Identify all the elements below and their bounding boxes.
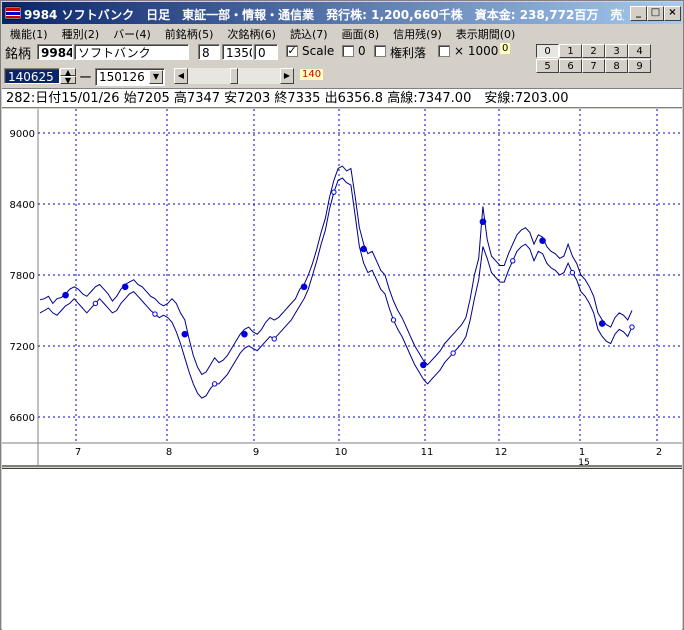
menu-bar-type[interactable]: バー(4) [105, 24, 157, 41]
period-count: 140 [300, 69, 324, 80]
menu-screen[interactable]: 画面(8) [334, 24, 386, 41]
date-spin-down-icon[interactable]: ▼ [60, 76, 76, 85]
series-marker [420, 361, 427, 369]
price-chart-panel[interactable]: 6600 7200 7800 8400 9000 7 8 9 10 11 12 1 2 15 [2, 109, 682, 468]
info-bar: 282:日付15/01/26 始7205 高7347 安7203 終7335 出… [2, 88, 682, 108]
y-tick-label: 8400 [10, 200, 35, 211]
close-button[interactable]: × [664, 6, 681, 21]
period-scroll-thumb[interactable] [230, 68, 238, 84]
zero-checkbox[interactable] [342, 45, 354, 57]
series-marker [121, 283, 129, 291]
x-year-label: 15 [578, 458, 589, 465]
series-high-line [39, 165, 633, 376]
chevron-down-icon[interactable]: ▼ [149, 70, 163, 84]
series-marker [360, 245, 367, 253]
series-markers [62, 189, 635, 387]
minimize-button[interactable]: _ [630, 6, 647, 21]
code-label: 銘柄 [5, 47, 32, 62]
scale-checkbox[interactable]: ✓ [286, 45, 298, 57]
series-marker [241, 330, 248, 338]
num-button-2[interactable]: 2 [582, 44, 605, 58]
series-marker [510, 258, 516, 264]
series-marker [300, 283, 308, 291]
series-marker [271, 336, 277, 342]
menu-bar: 機能(1) 種別(2) バー(4) 前銘柄(5) 次銘柄(6) 読込(7) 画面… [2, 24, 682, 41]
toolbar-row-2: 140625 ▲ ▼ ー 150126 ▼ ◀ ▶ 140 [2, 65, 682, 87]
param-c-input[interactable]: 0 [254, 44, 278, 60]
series-marker [569, 269, 576, 276]
x1000-checkbox[interactable] [438, 45, 450, 57]
rights-label: 権利落 [390, 46, 427, 60]
rights-checkbox[interactable] [374, 45, 386, 57]
menu-next-stock[interactable]: 次銘柄(6) [219, 24, 282, 41]
x-tick-label: 8 [166, 447, 172, 458]
price-chart[interactable]: 66007200780084009000 7 8 9 10 11 12 1 215 [2, 109, 682, 468]
num-button-1[interactable]: 1 [559, 44, 582, 58]
title-bar[interactable]: 9984 ソフトバンク 日足 東証一部・情報・通信業 発行株: 1,200,66… [2, 2, 682, 24]
series-marker [479, 218, 487, 226]
y-tick-label: 7800 [10, 271, 35, 282]
series-marker [450, 350, 456, 356]
series-marker [181, 330, 189, 338]
menu-type[interactable]: 種別(2) [54, 24, 106, 41]
y-tick-label: 9000 [10, 129, 35, 140]
app-icon [5, 6, 21, 20]
zero-badge: 0 [500, 43, 511, 54]
series-marker [211, 381, 218, 387]
x1000-label: × 1000 [454, 44, 499, 58]
scroll-right-icon[interactable]: ▶ [280, 68, 294, 84]
sub-chart-panel[interactable] [2, 468, 682, 630]
date-dash: ー [79, 71, 93, 86]
code-input[interactable]: 9984 [37, 44, 73, 60]
app-window: 9984 ソフトバンク 日足 東証一部・情報・通信業 発行株: 1,200,66… [0, 0, 684, 630]
y-tick-label: 7200 [10, 342, 35, 353]
series-marker [598, 320, 606, 327]
zero-label: 0 [358, 44, 366, 58]
date-start-input[interactable]: 140625 [4, 68, 60, 84]
scroll-left-icon[interactable]: ◀ [174, 68, 188, 84]
series-marker [390, 317, 397, 323]
menu-margin[interactable]: 信用残(9) [385, 24, 448, 41]
name-input[interactable]: ソフトバンク [74, 44, 189, 60]
param-b-input[interactable]: 1350 [222, 44, 253, 60]
series-marker [62, 291, 69, 299]
x-tick-label: 2 [656, 447, 662, 458]
x-tick-label: 9 [253, 447, 259, 458]
series-marker [92, 300, 99, 307]
y-tick-labels: 6600 7200 7800 8400 9000 [10, 129, 35, 424]
x-tick-label: 1 [579, 447, 585, 458]
series-low-line [39, 177, 633, 399]
series-marker [629, 324, 635, 330]
x-tick-label: 10 [335, 447, 348, 458]
series-marker [331, 189, 337, 195]
num-button-4[interactable]: 4 [628, 44, 651, 58]
date-spin-up-icon[interactable]: ▲ [60, 68, 76, 77]
maximize-button[interactable]: □ [647, 6, 664, 21]
menu-display-period[interactable]: 表示期間(0) [448, 24, 522, 41]
series-marker [539, 237, 546, 244]
x-tick-labels: 7 8 9 10 11 12 1 215 [75, 447, 662, 468]
menu-load[interactable]: 読込(7) [282, 24, 334, 41]
grid [38, 109, 682, 443]
x-tick-label: 11 [421, 447, 434, 458]
menu-function[interactable]: 機能(1) [2, 24, 54, 41]
scale-label: Scale [302, 44, 335, 58]
series-lines [39, 165, 633, 399]
y-tick-label: 6600 [10, 413, 35, 424]
x-tick-label: 7 [75, 447, 81, 458]
param-a-input[interactable]: 8 [198, 44, 220, 60]
menu-prev-stock[interactable]: 前銘柄(5) [157, 24, 220, 41]
window-title: 9984 ソフトバンク 日足 東証一部・情報・通信業 発行株: 1,200,66… [24, 8, 624, 22]
x-tick-label: 12 [495, 447, 508, 458]
num-button-3[interactable]: 3 [605, 44, 628, 58]
series-marker [152, 311, 158, 317]
num-button-0[interactable]: 0 [536, 44, 559, 58]
